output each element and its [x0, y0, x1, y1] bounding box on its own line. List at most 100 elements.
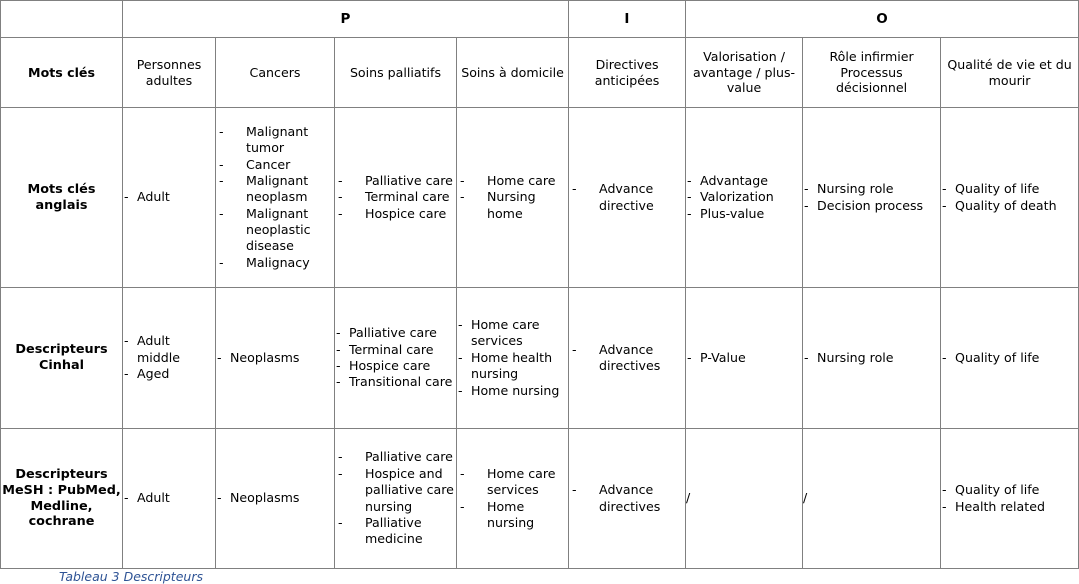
dash-list: Palliative care Hospice and palliative c…	[335, 449, 456, 547]
column-header-soins-palliatifs: Soins palliatifs	[334, 37, 457, 108]
list-item: Terminal care	[335, 342, 456, 359]
list-item: Hospice and palliative care nursing	[335, 466, 456, 515]
cell-mesh-cancers: Neoplasms	[215, 428, 335, 569]
dash-list: Palliative care Terminal care Hospice ca…	[335, 325, 456, 391]
column-header-qualite-de-vie: Qualité de vie et du mourir	[940, 37, 1079, 108]
cell-cinhal-qualite-de-vie: Quality of life	[940, 287, 1079, 429]
cell-eng-qualite-de-vie: Quality of life Quality of death	[940, 107, 1079, 288]
list-item: Nursing home	[457, 189, 568, 222]
list-item: Palliative medicine	[335, 515, 456, 548]
dash-list: Home care services Home health nursing H…	[457, 317, 568, 399]
list-item: Neoplasms	[216, 490, 334, 507]
column-header-cancers: Cancers	[215, 37, 335, 108]
cell-eng-cancers: Malignant tumor Cancer Malignant neoplas…	[215, 107, 335, 288]
list-item: Advance directive	[569, 181, 685, 214]
cell-cinhal-valorisation: P-Value	[685, 287, 804, 429]
dash-list: Adult middle Aged	[123, 333, 215, 382]
cell-eng-personnes-adultes: Adult	[122, 107, 216, 288]
cell-eng-valorisation: Advantage Valorization Plus-value	[685, 107, 804, 288]
list-item: Adult	[123, 490, 215, 507]
list-item: Health related	[941, 499, 1078, 516]
dash-list: Nursing role	[803, 350, 940, 367]
list-item: Palliative care	[335, 449, 456, 466]
column-header-valorisation: Valorisation / avantage / plus-value	[685, 37, 804, 108]
dash-list: Quality of life Health related	[941, 482, 1078, 515]
dash-list: Nursing role Decision process	[803, 181, 940, 214]
dash-list: Malignant tumor Cancer Malignant neoplas…	[216, 124, 334, 272]
list-item: Advantage	[686, 173, 802, 190]
list-item: Hospice care	[335, 358, 456, 375]
list-item: Palliative care	[335, 325, 456, 342]
cell-cinhal-soins-a-domicile: Home care services Home health nursing H…	[455, 287, 570, 429]
group-header-i: I	[568, 0, 687, 38]
list-item: Malignant tumor	[216, 124, 334, 157]
dash-list: Advance directive	[569, 181, 685, 214]
column-header-soins-a-domicile: Soins à domicile	[455, 37, 570, 108]
cell-cinhal-soins-palliatifs: Palliative care Terminal care Hospice ca…	[334, 287, 457, 429]
list-item: Home care services	[457, 317, 568, 350]
group-header-o: O	[685, 0, 1079, 38]
empty-marker: /	[686, 490, 691, 506]
table-row: Mots clés anglais Adult Malignant tumor …	[0, 107, 1079, 288]
table-row: Descripteurs MeSH : PubMed, Medline, coc…	[0, 428, 1079, 569]
column-header-personnes-adultes: Personnes adultes	[122, 37, 216, 108]
list-item: Malignant neoplasm	[216, 173, 334, 206]
list-item: Malignacy	[216, 255, 334, 272]
dash-list: Advantage Valorization Plus-value	[686, 173, 802, 222]
list-item: Home care	[457, 173, 568, 190]
list-item: Aged	[123, 366, 215, 383]
cell-cinhal-role-infirmier: Nursing role	[802, 287, 942, 429]
cell-eng-directives-anticipees: Advance directive	[568, 107, 687, 288]
keywords-table: P I O Mots clés Personnes adultes Cancer…	[0, 0, 1079, 569]
dash-list: Neoplasms	[216, 350, 334, 367]
list-item: Home nursing	[457, 383, 568, 400]
dash-list: Adult	[123, 490, 215, 507]
dash-list: Advance directives	[569, 342, 685, 375]
table-row: Descripteurs Cinhal Adult middle Aged Ne…	[0, 287, 1079, 429]
list-item: Home health nursing	[457, 350, 568, 383]
list-item: P-Value	[686, 350, 802, 367]
list-item: Home nursing	[457, 499, 568, 532]
list-item: Adult middle	[123, 333, 215, 366]
list-item: Decision process	[803, 198, 940, 215]
dash-list: Advance directives	[569, 482, 685, 515]
cell-mesh-role-infirmier: /	[802, 428, 942, 569]
list-item: Terminal care	[335, 189, 456, 206]
list-item: Neoplasms	[216, 350, 334, 367]
dash-list: Palliative care Terminal care Hospice ca…	[335, 173, 456, 222]
dash-list: Quality of life	[941, 350, 1078, 367]
cell-eng-soins-palliatifs: Palliative care Terminal care Hospice ca…	[334, 107, 457, 288]
cell-eng-soins-a-domicile: Home care Nursing home	[455, 107, 570, 288]
list-item: Hospice care	[335, 206, 456, 223]
column-header-role-infirmier: Rôle infirmier Processus décisionnel	[802, 37, 942, 108]
row-label-descripteurs-cinhal: Descripteurs Cinhal	[0, 287, 123, 429]
empty-marker: /	[803, 490, 808, 506]
cell-mesh-qualite-de-vie: Quality of life Health related	[940, 428, 1079, 569]
table-group-header-row: P I O	[0, 0, 1079, 38]
list-item: Nursing role	[803, 181, 940, 198]
list-item: Quality of life	[941, 482, 1078, 499]
cell-mesh-soins-palliatifs: Palliative care Hospice and palliative c…	[334, 428, 457, 569]
list-item: Adult	[123, 189, 215, 206]
cell-cinhal-personnes-adultes: Adult middle Aged	[122, 287, 216, 429]
cell-mesh-personnes-adultes: Adult	[122, 428, 216, 569]
cell-cinhal-directives-anticipees: Advance directives	[568, 287, 687, 429]
table-column-header-row: Mots clés Personnes adultes Cancers Soin…	[0, 37, 1079, 108]
list-item: Cancer	[216, 157, 334, 174]
list-item: Advance directives	[569, 342, 685, 375]
dash-list: Home care Nursing home	[457, 173, 568, 222]
dash-list: P-Value	[686, 350, 802, 367]
list-item: Home care services	[457, 466, 568, 499]
document-page: P I O Mots clés Personnes adultes Cancer…	[0, 0, 1079, 584]
row-label-mots-cles-anglais: Mots clés anglais	[0, 107, 123, 288]
list-item: Malignant neoplastic disease	[216, 206, 334, 255]
list-item: Advance directives	[569, 482, 685, 515]
row-label-descripteurs-mesh: Descripteurs MeSH : PubMed, Medline, coc…	[0, 428, 123, 569]
list-item: Quality of death	[941, 198, 1078, 215]
list-item: Valorization	[686, 189, 802, 206]
list-item: Quality of life	[941, 350, 1078, 367]
column-header-mots-cles: Mots clés	[0, 37, 123, 108]
cell-cinhal-cancers: Neoplasms	[215, 287, 335, 429]
list-item: Nursing role	[803, 350, 940, 367]
group-header-p: P	[121, 0, 570, 38]
